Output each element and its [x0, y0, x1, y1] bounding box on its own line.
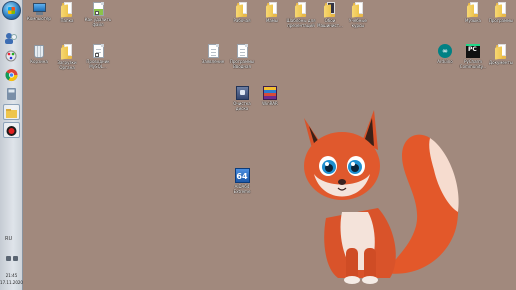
- folder-icon: [352, 2, 364, 18]
- computer-icon: [32, 3, 46, 12]
- desktop-icon-doc-2[interactable]: Программы Вводная: [227, 44, 257, 69]
- text-document-icon: [236, 44, 248, 58]
- desktop-icon-folder-3[interactable]: Мамы: [257, 2, 287, 23]
- taskbar-app-recorder[interactable]: [3, 122, 20, 138]
- users-icon: [5, 33, 17, 44]
- text-document-icon: [207, 44, 219, 58]
- desktop-icon-aida64[interactable]: 64 AIDA64 Extreme: [227, 168, 257, 194]
- taskbar-app-calculator[interactable]: [3, 86, 20, 102]
- arduino-icon: ∞: [438, 44, 452, 58]
- paint-icon: [5, 50, 17, 62]
- file-icon: [92, 44, 104, 58]
- language-indicator[interactable]: RU: [5, 236, 12, 242]
- desktop-icon-winrar[interactable]: WinRAR: [255, 86, 285, 106]
- pycharm-icon: PC: [466, 44, 480, 58]
- clock-date[interactable]: 17.11.2020: [0, 280, 23, 285]
- desktop-icon-arduino[interactable]: ∞ Arduino: [430, 44, 460, 64]
- taskbar-app-chrome[interactable]: [3, 67, 20, 83]
- desktop-icon-folder-1[interactable]: Папка: [52, 2, 82, 23]
- desktop-icon-trash[interactable]: Корзина: [24, 44, 54, 64]
- folder-icon: [61, 44, 73, 60]
- desktop-icon-file-2[interactable]: Проводник MySQL...: [83, 44, 113, 69]
- folder-icon: [495, 44, 507, 60]
- windows-logo-icon: [8, 7, 15, 14]
- desktop-icon-file-1[interactable]: Как удалить файл: [83, 2, 113, 27]
- desktop-icon-computer[interactable]: Компьютер: [24, 2, 54, 21]
- aida64-icon: 64: [234, 168, 250, 183]
- image-file-icon: [92, 2, 104, 16]
- desktop-icon-folder-2[interactable]: Рабочая: [227, 2, 257, 23]
- network-icon[interactable]: [6, 256, 11, 261]
- folder-icon: [324, 2, 336, 18]
- record-icon: [6, 126, 17, 136]
- desktop-icon-folder-6[interactable]: Учебные курсы: [343, 2, 373, 28]
- desktop-icon-folder-8[interactable]: Программы: [486, 2, 516, 23]
- folder-icon: [236, 2, 248, 18]
- disk-cleanup-icon: [235, 86, 249, 100]
- desktop-icon-folder-10[interactable]: Документы: [486, 44, 516, 65]
- recycle-bin-icon: [34, 45, 44, 58]
- fox-wallpaper-illustration: [304, 110, 459, 284]
- winrar-icon: [263, 86, 277, 100]
- desktop-icon-folder-9[interactable]: Загрузки Органа: [52, 44, 82, 70]
- volume-icon[interactable]: [13, 256, 18, 261]
- taskbar-app-paint[interactable]: [3, 48, 20, 64]
- desktop-icon-folder-7[interactable]: Музыка: [458, 2, 488, 23]
- folder-icon: [467, 2, 479, 18]
- folder-icon: [495, 2, 507, 18]
- folder-icon: [266, 2, 278, 18]
- start-button[interactable]: [2, 1, 21, 20]
- taskbar: RU 21:45 17.11.2020: [0, 0, 23, 290]
- desktop-icon-folder-5[interactable]: Обои Машинист...: [315, 2, 345, 28]
- chrome-icon: [5, 69, 18, 82]
- folder-icon: [295, 2, 307, 18]
- folder-icon: [6, 109, 17, 118]
- desktop-icon-cleaner[interactable]: Очистка диска: [227, 86, 257, 111]
- clock-time[interactable]: 21:45: [0, 273, 23, 278]
- folder-icon: [61, 2, 73, 18]
- calculator-icon: [7, 88, 16, 100]
- desktop-icon-pycharm[interactable]: PC PyCharm Community...: [458, 44, 488, 69]
- desktop-icon-folder-4[interactable]: Шаблоны для презентаций: [286, 2, 316, 28]
- taskbar-app-users[interactable]: [3, 30, 20, 46]
- taskbar-app-explorer[interactable]: [3, 104, 20, 120]
- desktop-icon-doc-1[interactable]: Заявление: [198, 44, 228, 64]
